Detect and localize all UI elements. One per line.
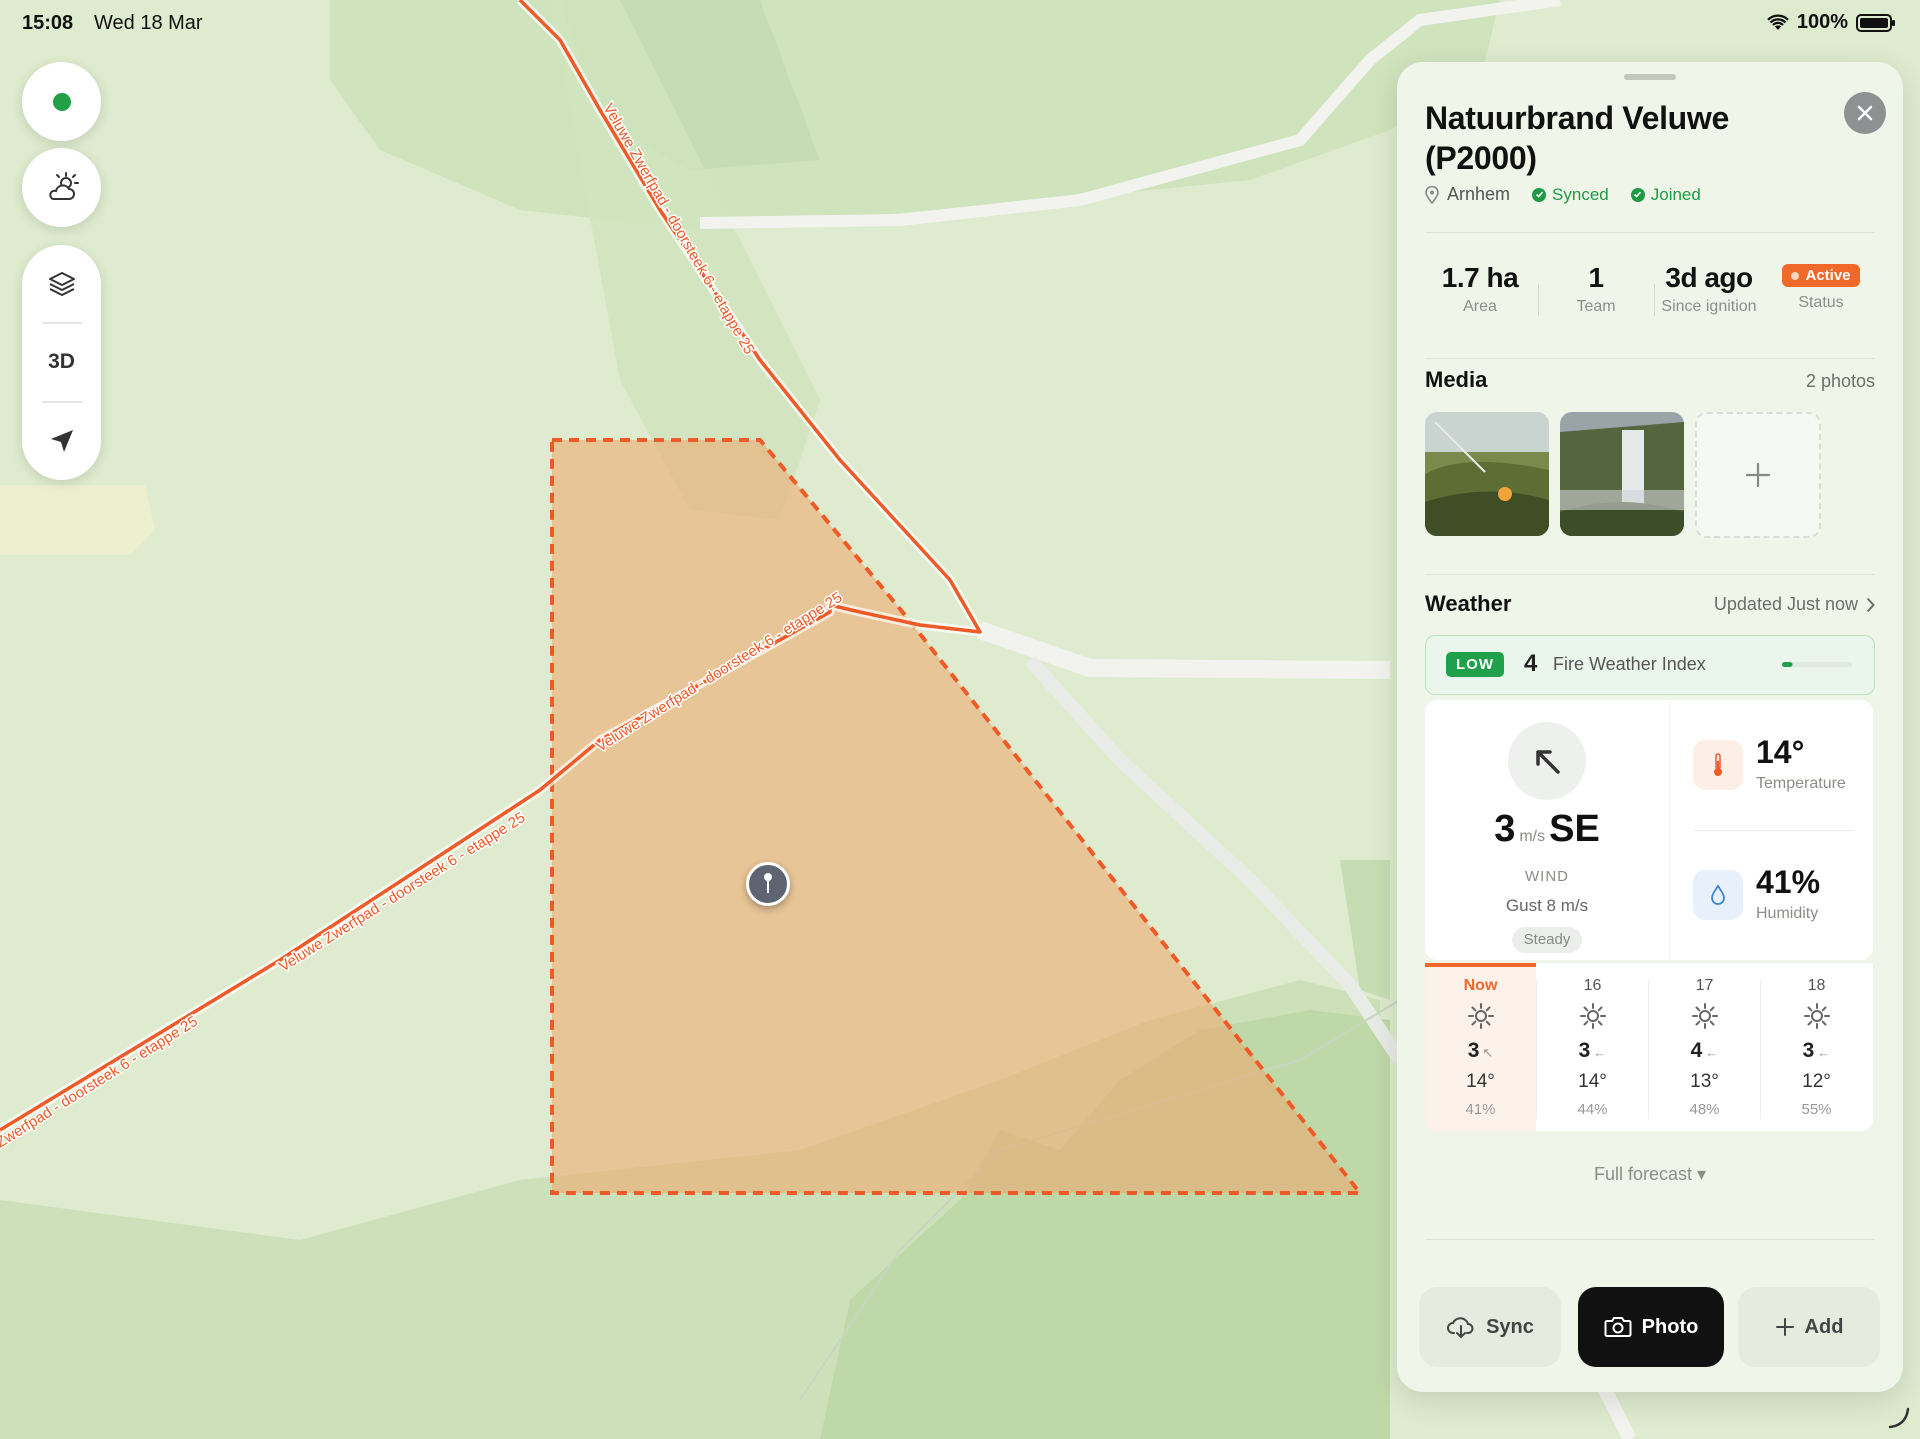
forecast-hour[interactable]: 18 3 ← 12° 55%	[1761, 963, 1872, 1131]
stat-since-ignition: 3d ago Since ignition	[1661, 262, 1757, 315]
weather-updated-link[interactable]: Updated Just now	[1714, 594, 1875, 615]
stat-area: 1.7 ha Area	[1441, 262, 1519, 315]
status-indicators: 100%	[1767, 11, 1895, 34]
wind-card: 3 m/s SE WIND Gust 8 m/s Steady	[1425, 700, 1669, 960]
pin-icon	[764, 873, 772, 893]
add-button[interactable]: Add	[1738, 1287, 1880, 1367]
sun-icon	[1580, 1003, 1606, 1029]
wind-value: 3 m/s SE	[1494, 808, 1600, 850]
humidity-metric: 41% Humidity	[1670, 830, 1873, 960]
plus-icon	[1745, 462, 1771, 488]
wind-arrow-icon	[1536, 750, 1560, 774]
wind-label: WIND	[1525, 868, 1569, 885]
divider	[1425, 232, 1875, 233]
wind-arrow-icon: ←	[1593, 1045, 1607, 1060]
thermometer-icon	[1693, 740, 1743, 790]
location-pin-icon	[1425, 185, 1439, 204]
fwi-scale-bar	[1782, 662, 1852, 667]
incident-panel: Natuurbrand Veluwe (P2000) Arnhem Synced…	[1397, 62, 1903, 1392]
temp-humidity-card: 14° Temperature 41% Humidity	[1670, 700, 1873, 960]
stat-divider	[1538, 284, 1539, 316]
weather-button[interactable]	[22, 148, 101, 227]
incident-title: Natuurbrand Veluwe (P2000)	[1425, 100, 1729, 176]
forecast-hour[interactable]: 17 4 ← 13° 48%	[1649, 963, 1760, 1131]
wind-steady-badge: Steady	[1512, 927, 1582, 953]
chevron-right-icon	[1866, 597, 1875, 612]
check-icon	[1630, 187, 1645, 202]
wind-arrow-icon: ←	[1817, 1045, 1831, 1060]
wind-gust: Gust 8 m/s	[1505, 896, 1589, 915]
sun-icon	[1692, 1003, 1718, 1029]
resize-handle-icon[interactable]	[1888, 1407, 1910, 1429]
plus-icon	[1775, 1318, 1794, 1336]
status-bar: 15:08 Wed 18 Mar 100%	[0, 0, 1920, 44]
map-controls-stack: 3D	[22, 245, 101, 480]
status-date: Wed 18 Mar	[94, 12, 203, 34]
wifi-icon	[1767, 13, 1789, 30]
divider	[1425, 1239, 1875, 1240]
forecast-hour[interactable]: 16 3 ← 14° 44%	[1537, 963, 1648, 1131]
wind-arrow-icon: ↖	[1482, 1045, 1494, 1060]
joined-indicator: Joined	[1630, 185, 1701, 205]
full-forecast-link[interactable]: Full forecast ▾	[1397, 1164, 1903, 1185]
incident-pin[interactable]	[746, 862, 790, 906]
media-photo[interactable]	[1425, 412, 1549, 536]
media-photo[interactable]	[1560, 412, 1684, 536]
fwi-level-badge: LOW	[1446, 652, 1504, 677]
layers-button[interactable]	[22, 245, 101, 322]
panel-grabber[interactable]	[1624, 74, 1676, 80]
hourly-forecast: Now 3 ↖ 14° 41% 16 3 ← 14° 44% 17 4 ← 13° 4…	[1425, 963, 1873, 1131]
add-media-button[interactable]	[1695, 412, 1821, 538]
tracking-status-button[interactable]	[22, 62, 101, 141]
close-icon	[1857, 105, 1873, 121]
divider	[1425, 358, 1875, 359]
cloud-download-icon	[1447, 1317, 1474, 1339]
synced-indicator: Synced	[1532, 185, 1609, 205]
battery-icon	[1856, 13, 1895, 32]
photo-button[interactable]: Photo	[1578, 1287, 1724, 1367]
media-title: Media	[1425, 367, 1488, 392]
sun-icon	[1804, 1003, 1830, 1029]
sync-button[interactable]: Sync	[1419, 1287, 1561, 1367]
layers-icon	[48, 271, 75, 296]
fwi-label: Fire Weather Index	[1553, 654, 1706, 674]
wind-direction-indicator	[1508, 722, 1586, 800]
status-time: 15:08	[22, 12, 74, 34]
humidity-drop-icon	[1693, 870, 1743, 920]
fire-weather-index[interactable]: LOW 4 Fire Weather Index	[1425, 635, 1875, 695]
weather-title: Weather	[1425, 591, 1512, 616]
status-badge: Active	[1782, 264, 1860, 287]
forecast-hour[interactable]: Now 3 ↖ 14° 41%	[1425, 963, 1536, 1131]
sun-icon	[1468, 1003, 1494, 1029]
stat-team: 1 Team	[1576, 262, 1616, 315]
status-dot-icon	[52, 92, 71, 111]
camera-icon	[1604, 1317, 1632, 1337]
close-button[interactable]	[1844, 92, 1886, 134]
locate-me-button[interactable]	[22, 403, 101, 480]
stat-status: Active Status	[1768, 264, 1874, 312]
divider	[1425, 574, 1875, 575]
location-arrow-icon	[50, 430, 73, 453]
incident-location: Arnhem	[1447, 184, 1511, 204]
incident-stats: 1.7 ha Area 1 Team 3d ago Since ignition…	[1425, 262, 1875, 342]
incident-meta: Arnhem Synced Joined	[1425, 184, 1701, 205]
media-count: 2 photos	[1805, 371, 1875, 391]
field-area	[0, 485, 155, 555]
fwi-value: 4	[1524, 650, 1538, 677]
check-icon	[1532, 187, 1547, 202]
temperature-metric: 14° Temperature	[1670, 700, 1873, 830]
cloud-sun-icon	[48, 171, 79, 200]
3d-toggle-button[interactable]: 3D	[22, 324, 101, 401]
wind-arrow-icon: ←	[1705, 1045, 1719, 1060]
battery-percent: 100%	[1796, 11, 1848, 33]
